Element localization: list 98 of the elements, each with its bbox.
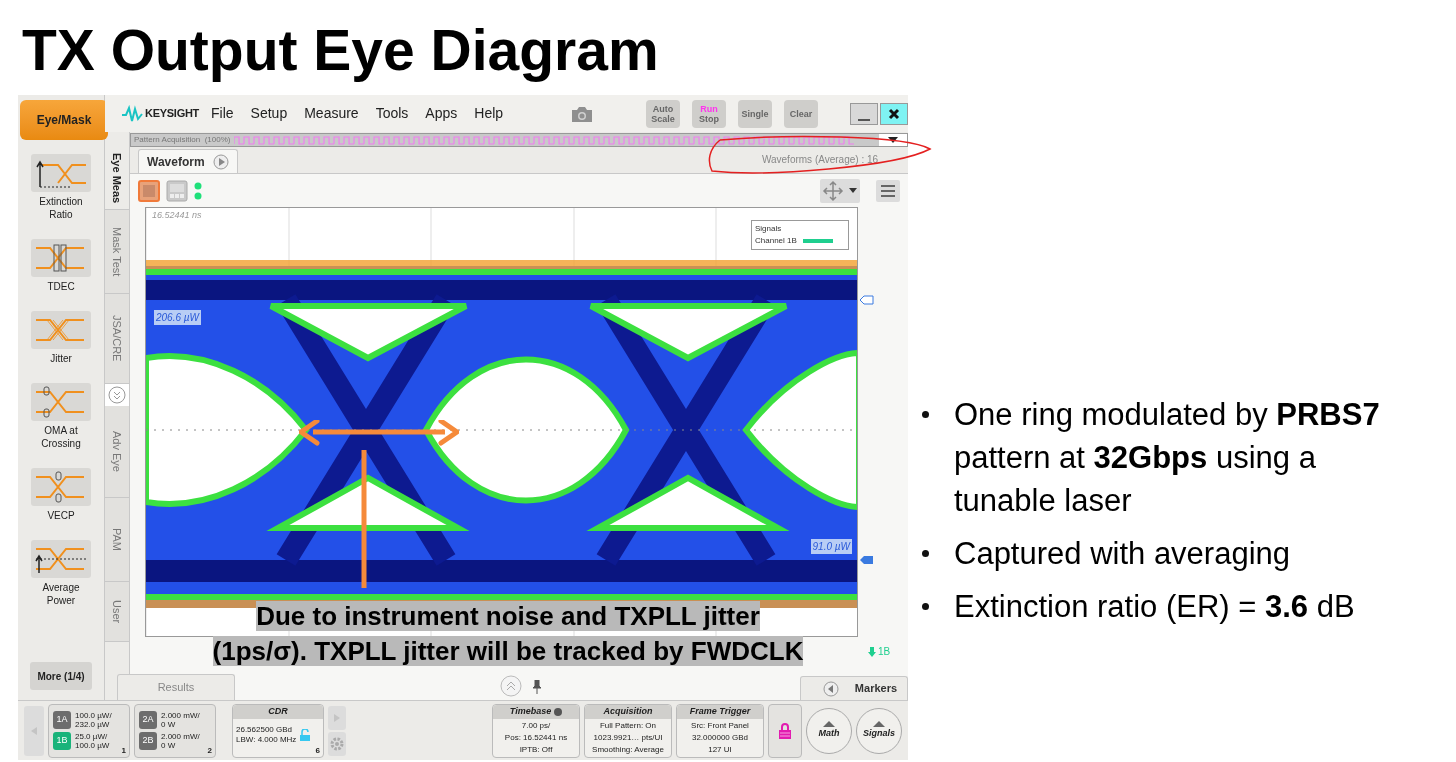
channel-scale: 2.000 mW/ 0 W [161,711,200,729]
more-button[interactable]: More (1/4) [30,662,92,690]
annotation-text: (1ps/σ). TXPLL jitter will be tracked by FWDCLK [212,636,804,666]
pin-icon [532,680,542,694]
cdr-title: CDR [233,704,323,719]
single-view-icon [138,179,160,202]
dropdown-arrow-icon [849,188,858,193]
settings-icon [329,735,345,752]
round-button[interactable]: Math [806,707,852,754]
measurement-label: Jitter [49,352,73,365]
group-number: 1 [121,744,126,757]
group-number: 2 [207,744,212,757]
scroll-right-icon [334,713,340,722]
level-marker-icon [860,295,874,305]
menu-item[interactable]: Setup [250,103,288,124]
cdr-card[interactable]: CDR 26.562500 GBd LBW: 4.000 MHz 6 [232,703,324,758]
slide-title: TX Output Eye Diagram [21,17,660,84]
menu-item[interactable]: Tools [375,103,409,124]
measurement-label: VECP [46,509,76,522]
channel-badge[interactable]: 1A [53,711,71,729]
measurement-label: Average Power [41,581,81,607]
group-number: 6 [315,744,320,757]
channel-badge[interactable]: 2A [139,711,157,729]
cdr-values: 26.562500 GBd LBW: 4.000 MHz [236,724,297,745]
status-values: 7.00 ps/ Pos: 16.52441 ns IPTB: Off [503,719,569,756]
measurement-label: OMA at Crossing [40,424,82,450]
side-tab[interactable]: Adv Eye [105,406,129,498]
level-marker-icon [860,555,874,565]
bullet-icon [922,550,929,557]
legend-title: Signals [755,223,783,235]
padlock-icon [779,722,791,739]
marker-label: 91.0 µW [810,539,852,554]
waveform-tab[interactable]: Waveform [138,149,238,173]
wave-logo-icon [121,104,143,123]
toolbar-button[interactable]: Clear [784,99,819,128]
menu-item[interactable]: Apps [425,103,458,124]
logo-text: KEYSIGHT [145,106,200,122]
collapse-icon [108,386,126,404]
time-label: 16.52441 ns [152,209,202,222]
up-arrow-icon [823,720,835,727]
minimize-icon [858,118,871,121]
expand-up-icon [500,675,522,697]
measurement-button[interactable] [31,154,91,192]
legend-label: Channel 1B [755,235,797,247]
measurement-button[interactable] [31,540,91,578]
down-arrow-icon [868,646,876,657]
bullet-icon [922,411,929,418]
measurement-label: TDEC [46,280,76,293]
close-button[interactable] [880,102,909,125]
bullet-text: Captured with averaging [954,535,1292,573]
measurement-button[interactable] [31,239,91,277]
menu-icon [879,182,898,199]
play-icon [212,153,229,170]
run-label: Run [700,103,718,114]
channel-tag: 1B [878,644,891,659]
lock-button[interactable] [768,703,802,758]
channel-badge[interactable]: 2B [139,732,157,750]
toolbar-button[interactable]: Single [738,99,773,128]
mode-button[interactable]: Eye/Mask [20,100,108,140]
menu-item[interactable]: File [211,103,234,124]
waveform-status: Waveforms (Average) : 16 [761,153,879,167]
close-icon [888,107,901,120]
menu-item[interactable]: Help [474,103,504,124]
annotation-text: Due to instrument noise and TXPLL jitter [256,601,760,631]
status-values: Full Pattern: On 1023.9921… pts/UI Smoothing: Average [591,719,665,756]
marker-label: 206.6 µW [154,310,201,325]
dropdown-arrow-icon [888,137,899,143]
up-arrow-icon [873,720,885,727]
status-card[interactable]: Frame Trigger Src: Front Panel 32.000000 GBd 127 UI [676,703,764,758]
collapse-left-icon [822,680,839,697]
bullet-icon [922,603,929,610]
markers-tab[interactable]: Markers [800,676,909,700]
menu-item[interactable]: Measure [304,103,359,124]
dot-icon [554,707,563,716]
round-button[interactable]: Signals [856,707,902,754]
channel-scale: 25.0 µW/ 100.0 µW [75,732,110,750]
bullet-text: Extinction ratio (ER) = 3.6 dB [954,588,1356,626]
status-title: Timebase [509,704,552,718]
acquisition-label: Pattern Acquisition (100%) [133,134,232,146]
status-dots-icon [194,180,202,201]
status-card[interactable]: Acquisition Full Pattern: On 1023.9921… pts/UI Smoothing: Average [584,703,672,758]
bullet-text: One ring modulated by PRBS7 pattern at 32Gbps using a tunable laser [954,396,1381,520]
multi-view-icon [166,179,188,202]
status-card[interactable]: Timebase 7.00 ps/ Pos: 16.52441 ns IPTB: Off [492,703,580,758]
status-values: Src: Front Panel 32.000000 GBd 127 UI [690,719,750,756]
toolbar-button[interactable]: Auto Scale [646,99,681,128]
side-tab[interactable]: Mask Test [105,210,129,294]
measurement-label: Extinction Ratio [38,195,84,221]
status-title: Acquisition [603,704,653,718]
scroll-left-icon [31,726,37,735]
side-tab[interactable]: PAM [105,498,129,582]
channel-scale: 2.000 mW/ 0 W [161,732,200,750]
status-title: Frame Trigger [689,704,751,718]
side-tab[interactable]: JSA/CRE [105,294,129,384]
toolbar-button[interactable]: Run Stop [692,99,727,128]
channel-scale: 100.0 µW/ 232.0 µW [75,711,112,729]
camera-icon [570,104,595,123]
minimize-button[interactable] [850,102,879,125]
